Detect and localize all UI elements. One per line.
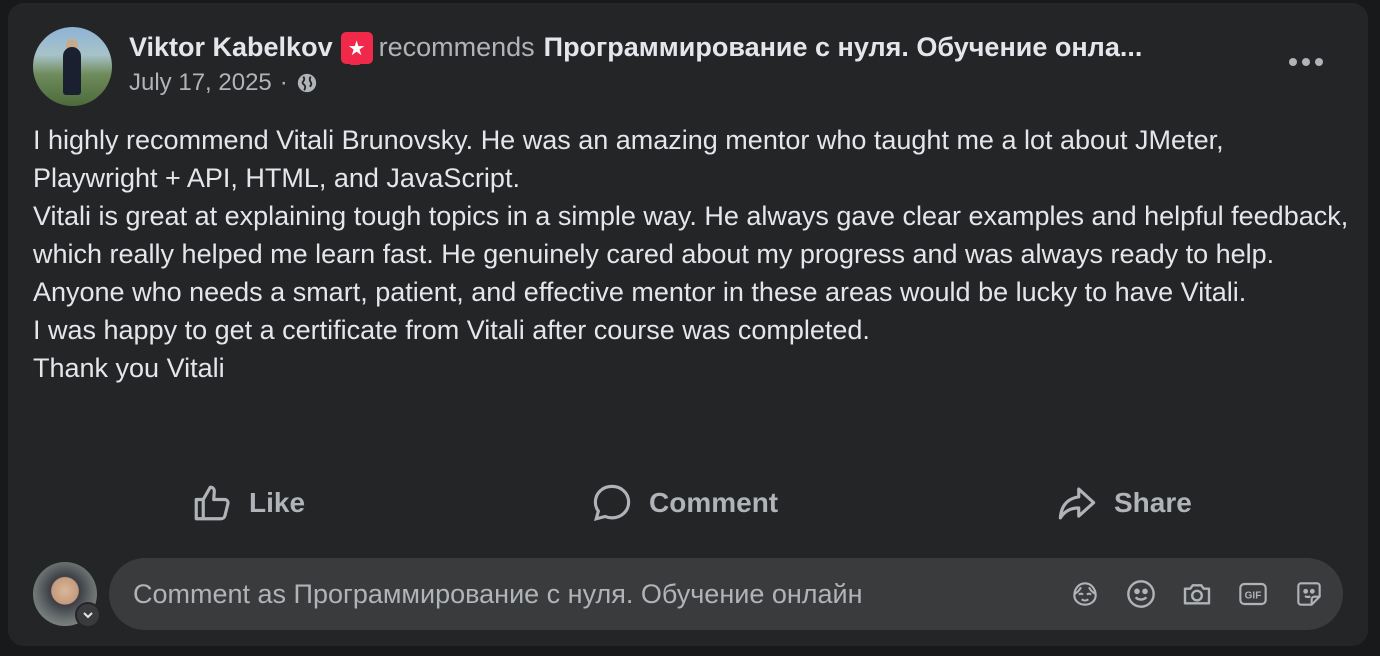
camera-icon[interactable]: [1181, 578, 1213, 610]
share-arrow-icon: [1058, 487, 1096, 520]
more-options-button[interactable]: [1281, 47, 1331, 77]
post-paragraph: Thank you Vitali: [33, 353, 225, 383]
post-date[interactable]: July 17, 2025: [129, 69, 272, 97]
comment-bubble-icon: [593, 484, 631, 521]
comment-button[interactable]: Comment: [591, 473, 778, 533]
more-dot: [1315, 58, 1323, 66]
globe-icon[interactable]: [296, 72, 318, 94]
page-name-link[interactable]: Программирование с нуля. Обучение онла..…: [544, 32, 1143, 63]
comment-composer: GIF: [109, 558, 1343, 630]
author-name[interactable]: Viktor Kabelkov: [129, 32, 333, 63]
post-card: Viktor Kabelkov ★ recommends Программиро…: [8, 3, 1368, 646]
sticker-icon[interactable]: [1293, 578, 1325, 610]
meta-separator: ·: [279, 69, 288, 96]
like-label: Like: [249, 487, 306, 518]
share-label: Share: [1114, 487, 1192, 518]
post-actions: Like Comment Share: [8, 473, 1368, 533]
post-header: Viktor Kabelkov ★ recommends Программиро…: [129, 29, 1259, 65]
post-meta: July 17, 2025 ·: [129, 69, 318, 97]
avatar-sticker-icon[interactable]: [1069, 578, 1101, 610]
comment-label: Comment: [649, 487, 779, 518]
post-paragraph: I was happy to get a certificate from Vi…: [33, 315, 870, 345]
avatar-figure: [63, 47, 81, 95]
emoji-icon[interactable]: [1125, 578, 1157, 610]
commenter-avatar[interactable]: [33, 562, 101, 628]
like-button[interactable]: Like: [191, 473, 305, 533]
composer-icons: GIF: [1069, 558, 1325, 630]
recommend-star-icon: ★: [340, 32, 373, 65]
thumbs-up-icon: [194, 485, 230, 521]
post-paragraph: Vitali is great at explaining tough topi…: [33, 201, 1349, 269]
comment-input[interactable]: [133, 558, 1033, 630]
post-paragraph: Anyone who needs a smart, patient, and e…: [33, 277, 1247, 307]
action-text: recommends: [378, 31, 535, 62]
author-avatar[interactable]: [33, 27, 112, 106]
share-button[interactable]: Share: [1056, 473, 1192, 533]
post-paragraph: I highly recommend Vitali Brunovsky. He …: [33, 125, 1224, 193]
gif-icon[interactable]: GIF: [1237, 578, 1269, 610]
chevron-down-icon[interactable]: [75, 602, 101, 628]
more-dot: [1302, 58, 1310, 66]
post-body: I highly recommend Vitali Brunovsky. He …: [33, 121, 1353, 387]
svg-text:GIF: GIF: [1245, 591, 1262, 602]
more-dot: [1289, 58, 1297, 66]
